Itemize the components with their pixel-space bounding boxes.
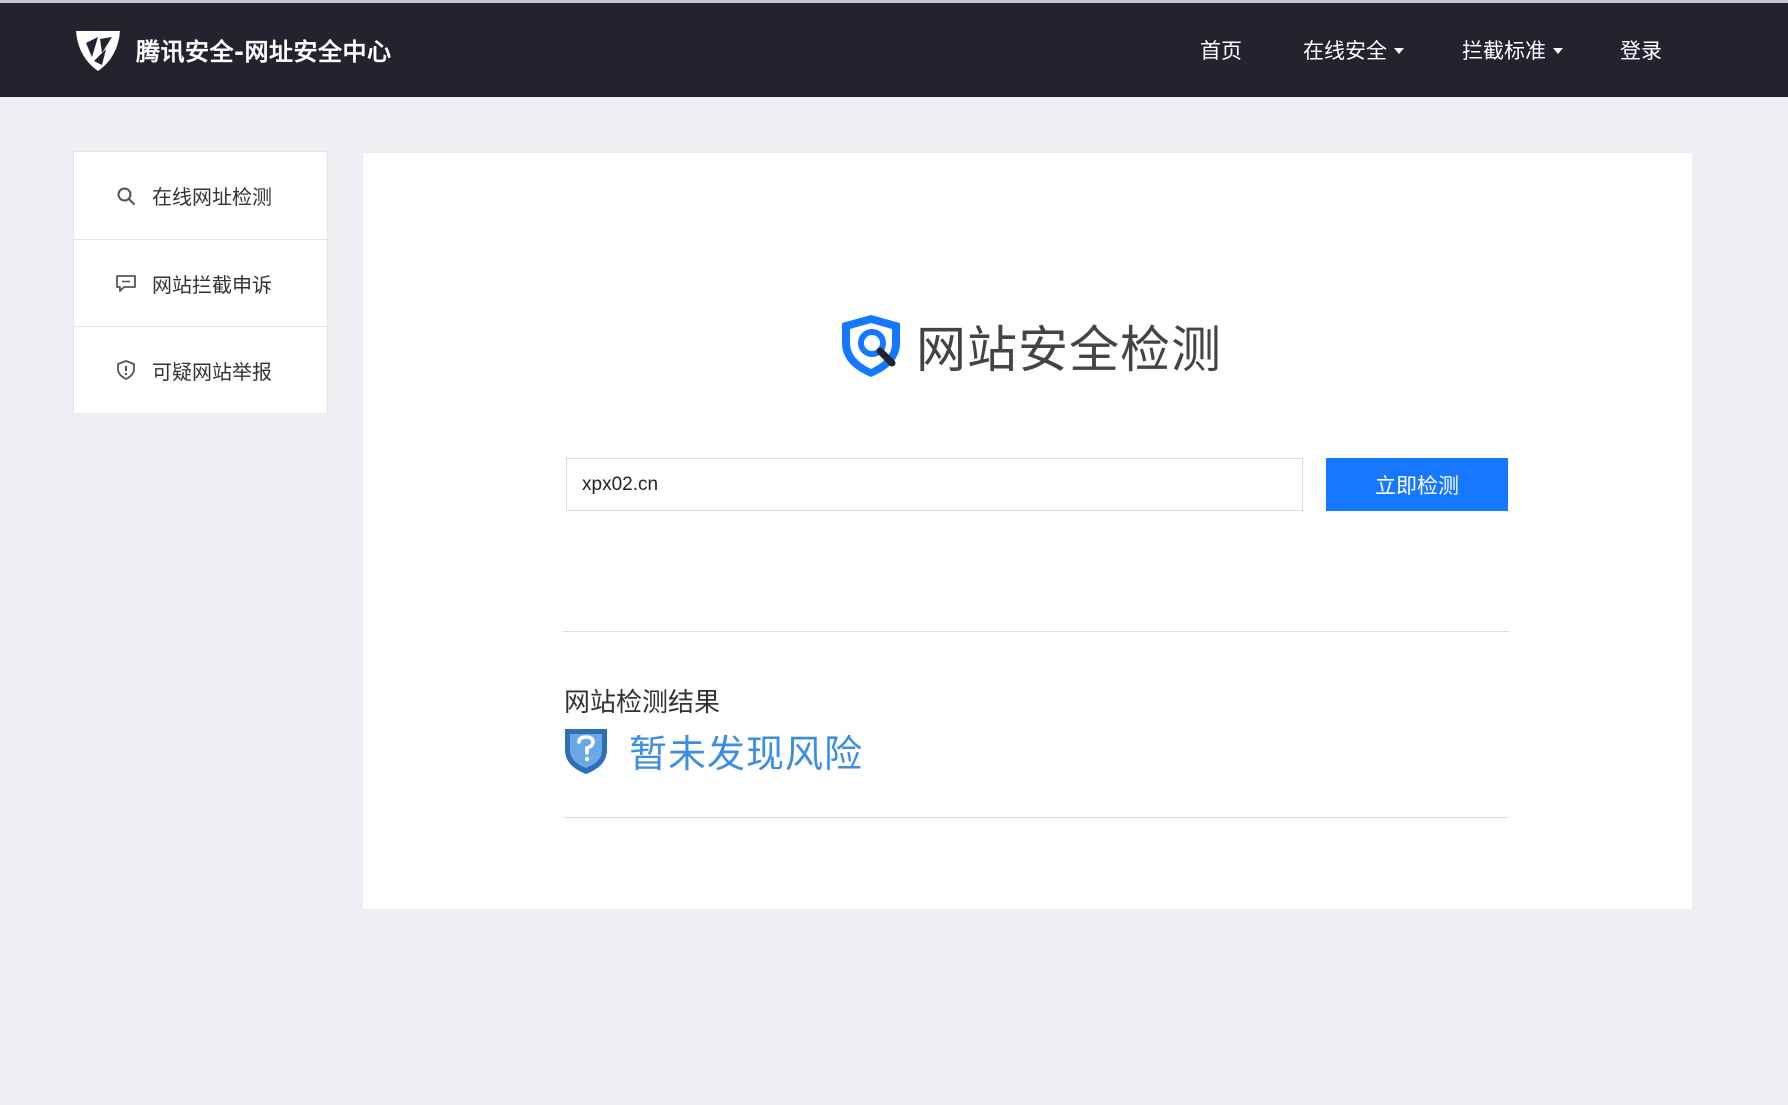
url-search-input[interactable] (566, 458, 1303, 511)
brand[interactable]: 腾讯安全-网址安全中心 (72, 23, 391, 75)
nav-item-label: 首页 (1200, 39, 1242, 63)
sidebar: 在线网址检测 网站拦截申诉 可疑网站举报 (73, 151, 328, 414)
search-icon (117, 187, 135, 205)
divider (563, 817, 1509, 818)
nav-item-login[interactable]: 登录 (1620, 35, 1662, 65)
sidebar-item-label: 可疑网站举报 (152, 359, 272, 384)
top-navigation-bar: 腾讯安全-网址安全中心 首页 在线安全 拦截标准 登录 (0, 0, 1788, 97)
check-now-button[interactable]: 立即检测 (1326, 458, 1508, 511)
divider (563, 631, 1509, 632)
shield-alert-icon (117, 360, 135, 380)
shield-search-icon (842, 315, 900, 377)
sidebar-item-url-check[interactable]: 在线网址检测 (74, 152, 327, 239)
sidebar-item-appeal[interactable]: 网站拦截申诉 (74, 239, 327, 326)
page-heading: 网站安全检测 (836, 310, 1222, 382)
sidebar-item-report[interactable]: 可疑网站举报 (74, 326, 327, 413)
brand-title: 腾讯安全-网址安全中心 (136, 37, 392, 66)
nav-item-label: 拦截标准 (1462, 39, 1546, 63)
sidebar-item-label: 在线网址检测 (152, 185, 272, 209)
nav-item-block-standards[interactable]: 拦截标准 (1462, 35, 1563, 65)
nav-item-home[interactable]: 首页 (1200, 35, 1242, 65)
result-status: 暂未发现风险 (563, 723, 863, 778)
comment-icon (116, 275, 136, 292)
result-title: 网站检测结果 (564, 688, 721, 718)
page-title: 网站安全检测 (916, 321, 1222, 379)
tencent-security-logo-icon (76, 31, 120, 71)
shield-question-icon (565, 728, 607, 774)
result-status-text: 暂未发现风险 (629, 732, 864, 776)
caret-down-icon (1394, 48, 1404, 54)
nav-item-label: 在线安全 (1303, 39, 1387, 63)
caret-down-icon (1553, 48, 1563, 54)
main-panel: 网站安全检测 立即检测 网站检测结果 暂未发现风险 (362, 152, 1693, 910)
sidebar-item-label: 网站拦截申诉 (152, 272, 272, 297)
nav-item-online-security[interactable]: 在线安全 (1303, 35, 1404, 65)
nav-item-label: 登录 (1620, 39, 1662, 63)
